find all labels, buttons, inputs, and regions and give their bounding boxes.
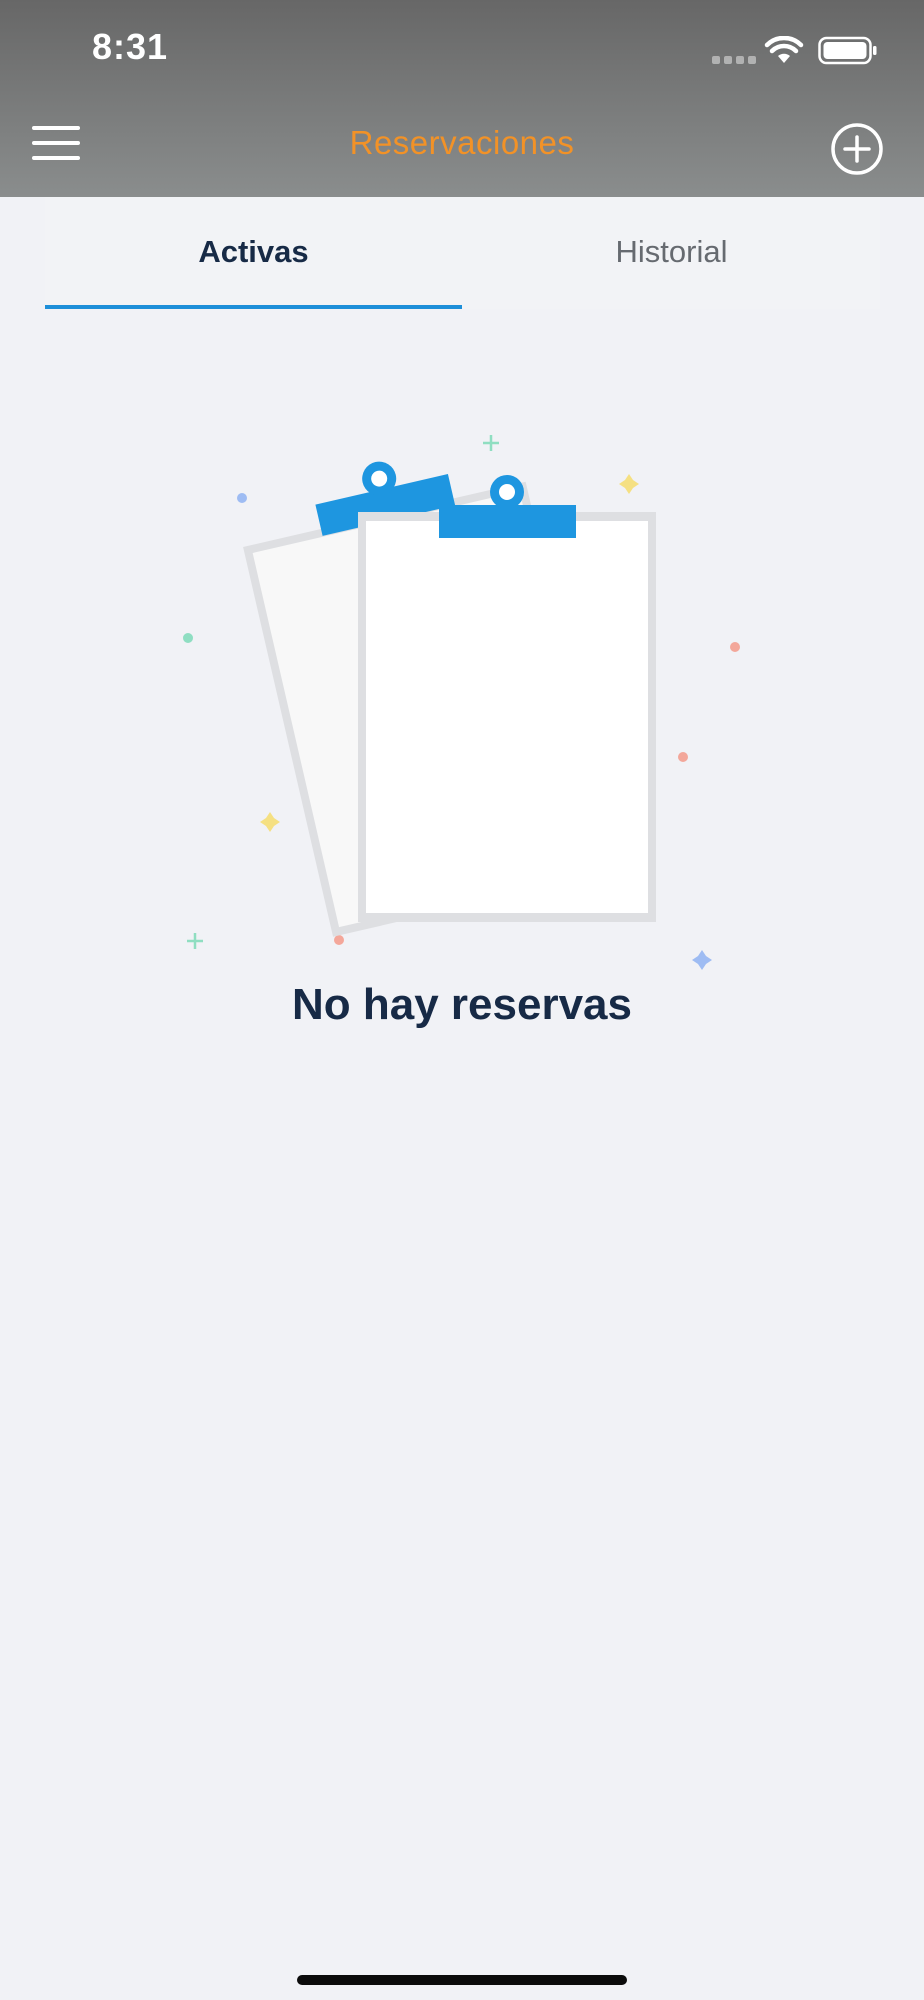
status-time: 8:31 <box>92 26 169 67</box>
tab-historial[interactable]: Historial <box>463 197 880 309</box>
battery-icon <box>818 36 877 65</box>
empty-state-message: No hay reservas <box>292 980 632 1029</box>
tab-selected-indicator <box>45 305 462 309</box>
wifi-icon <box>764 36 804 63</box>
segment-tabs: Activas Historial <box>45 197 880 309</box>
home-indicator <box>297 1975 627 1985</box>
tab-activas-label: Activas <box>198 234 309 269</box>
tab-historial-label: Historial <box>615 234 728 269</box>
navigation-header: 8:31 Reservaciones <box>0 0 924 197</box>
clipboards-illustration <box>183 435 740 970</box>
tab-activas[interactable]: Activas <box>45 197 462 309</box>
page-title: Reservaciones <box>349 124 575 161</box>
add-circle-icon[interactable] <box>828 120 886 178</box>
cellular-signal-icon <box>712 56 756 64</box>
